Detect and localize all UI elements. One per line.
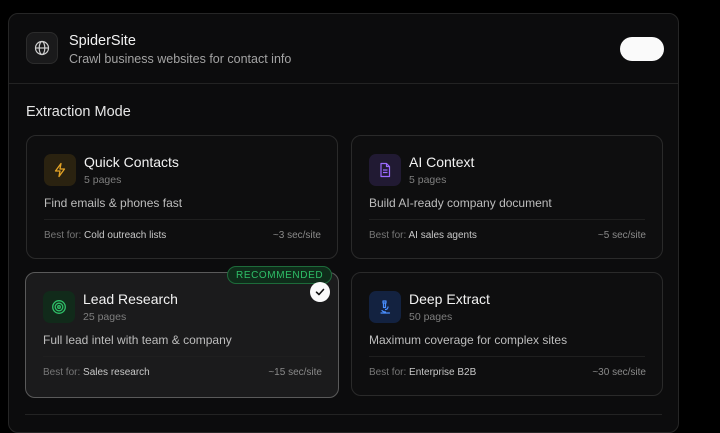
best-for-label: Best for: (44, 230, 82, 241)
recommended-badge: RECOMMENDED (227, 266, 333, 284)
mode-card-ai-context[interactable]: AI Context 5 pages Build AI-ready compan… (351, 135, 663, 259)
mode-pages: 50 pages (409, 311, 453, 323)
mode-description: Build AI-ready company document (369, 196, 552, 210)
app-subtitle: Crawl business websites for contact info (69, 52, 292, 66)
mode-pages: 5 pages (409, 174, 447, 186)
mode-name: Quick Contacts (84, 154, 179, 170)
globe-icon (26, 32, 58, 64)
mode-best-for: Best for: AI sales agents (369, 230, 477, 241)
panel-header: SpiderSite Crawl business websites for c… (9, 14, 678, 84)
best-for-label: Best for: (369, 230, 407, 241)
check-icon (310, 282, 330, 302)
mode-name: AI Context (409, 154, 475, 170)
mode-time: ~15 sec/site (268, 367, 322, 378)
section-divider (25, 414, 662, 415)
spidersite-panel: SpiderSite Crawl business websites for c… (8, 13, 679, 433)
mode-card-deep-extract[interactable]: Deep Extract 50 pages Maximum coverage f… (351, 272, 663, 396)
mode-card-lead-research[interactable]: RECOMMENDED Lead Research 25 pages Full … (25, 266, 339, 398)
card-divider (44, 219, 320, 220)
best-for-value: AI sales agents (408, 230, 477, 241)
mode-best-for: Best for: Enterprise B2B (369, 367, 476, 378)
best-for-value: Sales research (83, 367, 150, 378)
card-divider (369, 356, 645, 357)
mode-description: Find emails & phones fast (44, 196, 183, 210)
mode-description: Maximum coverage for complex sites (369, 333, 568, 347)
microscope-icon (369, 291, 401, 323)
best-for-value: Cold outreach lists (84, 230, 167, 241)
best-for-label: Best for: (369, 367, 407, 378)
mode-time: ~5 sec/site (597, 230, 646, 241)
mode-best-for: Best for: Sales research (43, 367, 150, 378)
enable-toggle[interactable] (620, 37, 664, 61)
section-title: Extraction Mode (26, 104, 131, 120)
mode-name: Lead Research (83, 291, 178, 307)
card-divider (43, 356, 321, 357)
app-title: SpiderSite (69, 33, 136, 49)
mode-pages: 5 pages (84, 174, 122, 186)
mode-best-for: Best for: Cold outreach lists (44, 230, 166, 241)
card-divider (369, 219, 645, 220)
best-for-value: Enterprise B2B (409, 367, 477, 378)
mode-pages: 25 pages (83, 311, 127, 323)
mode-time: ~3 sec/site (272, 230, 321, 241)
mode-time: ~30 sec/site (592, 367, 646, 378)
best-for-label: Best for: (43, 367, 81, 378)
mode-card-quick-contacts[interactable]: Quick Contacts 5 pages Find emails & pho… (26, 135, 338, 259)
document-icon (369, 154, 401, 186)
target-icon (43, 291, 75, 323)
mode-name: Deep Extract (409, 291, 490, 307)
lightning-icon (44, 154, 76, 186)
mode-description: Full lead intel with team & company (43, 333, 232, 347)
